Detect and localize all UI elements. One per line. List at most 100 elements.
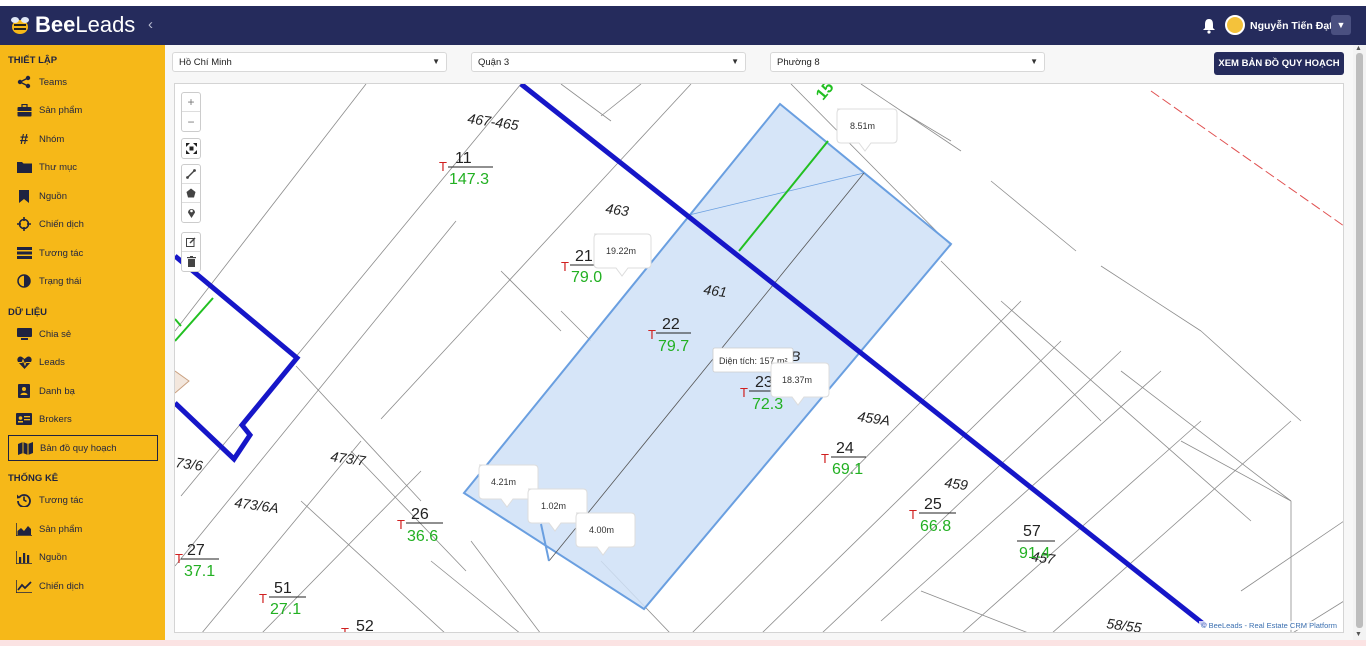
sidebar-item-planning-map[interactable]: Bản đồ quy hoạch [8, 435, 158, 461]
sidebar-item-contacts[interactable]: Danh bạ [8, 378, 158, 404]
lot-label: 459A [857, 408, 892, 428]
heartbeat-icon [15, 355, 33, 369]
sidebar-item-label: Chia sẻ [39, 328, 72, 340]
caret-down-icon: ▼ [1030, 57, 1038, 66]
bell-icon[interactable] [1202, 18, 1216, 34]
parcel-marker: T [648, 327, 656, 342]
sidebar-item-stats-sources[interactable]: Nguồn [8, 544, 158, 570]
sidebar-item-interactions[interactable]: Tương tác [8, 240, 158, 266]
chevron-down-icon[interactable]: ▼ [1331, 15, 1351, 35]
ward-select-value: Phường 8 [777, 57, 820, 68]
top-navbar: Bee Leads ‹ Nguyễn Tiến Đạt ▼ [0, 6, 1366, 45]
sidebar-item-stats-campaigns[interactable]: Chiến dịch [8, 573, 158, 599]
parcel-marker: T [439, 159, 447, 174]
app-logo[interactable]: Bee Leads [8, 11, 135, 39]
measure-label: 1.02m [541, 501, 566, 511]
sidebar-item-sources[interactable]: Nguồn [8, 183, 158, 209]
scroll-down-icon[interactable]: ▼ [1355, 631, 1362, 638]
id-card-icon [15, 412, 33, 426]
sidebar-item-status[interactable]: Trạng thái [8, 268, 158, 294]
sidebar-item-campaigns[interactable]: Chiến dịch [8, 211, 158, 237]
sidebar-section-title: DỮ LIỆU [8, 307, 48, 318]
sidebar-item-label: Chiến dịch [39, 580, 84, 592]
half-circle-icon [15, 274, 33, 288]
sidebar-item-label: Chiến dịch [39, 218, 84, 230]
sidebar: THIẾT LẬP Teams Sản phẩm # Nhóm Thư mục … [0, 45, 165, 646]
planning-red-line [1150, 90, 1343, 226]
parcel-marker: T [740, 385, 748, 400]
lot-label: 73/6 [175, 454, 204, 474]
sidebar-item-label: Tương tác [39, 494, 84, 506]
sidebar-section-title: THỐNG KÊ [8, 473, 59, 484]
district-boundary-line [175, 254, 301, 463]
zoom-out-button[interactable]: − [182, 112, 200, 131]
map-attribution: © BeeLeads - Real Estate CRM Platform [1199, 621, 1339, 630]
bee-logo-icon [11, 17, 29, 34]
draw-line-icon[interactable] [182, 165, 200, 184]
fullscreen-icon[interactable] [182, 139, 200, 158]
measure-label: 8.51m [850, 121, 875, 131]
trash-icon[interactable] [182, 252, 200, 271]
city-select[interactable]: Hồ Chí Minh ▼ [172, 52, 447, 72]
draw-polygon-icon[interactable] [182, 184, 200, 203]
sidebar-item-share[interactable]: Chia sẻ [8, 321, 158, 347]
parcel-marker: T [259, 591, 267, 606]
map-fragment [175, 370, 190, 394]
measure-label: 18.37m [782, 375, 812, 385]
parcel-number: 21 [575, 248, 593, 265]
bottom-strip [0, 640, 1366, 646]
sidebar-item-stats-products[interactable]: Sản phẩm [8, 516, 158, 542]
folder-icon [15, 160, 33, 174]
parcel-marker: T [909, 507, 917, 522]
sidebar-item-label: Danh bạ [39, 385, 75, 397]
parcel-area: 79.0 [571, 269, 602, 286]
measure-line [175, 318, 182, 327]
draw-marker-icon[interactable] [182, 203, 200, 222]
cadastral-map[interactable]: 15 467-465 463 461 459A 459 473/7 473/6A… [175, 84, 1344, 633]
page-scrollbar[interactable]: ▲ ▼ [1353, 45, 1366, 640]
share-icon [15, 75, 33, 89]
sidebar-item-label: Nhóm [39, 133, 65, 145]
user-name[interactable]: Nguyễn Tiến Đạt [1250, 20, 1333, 32]
measure-callout: 19.22m [593, 233, 652, 277]
sidebar-item-products[interactable]: Sản phẩm [8, 97, 158, 123]
sidebar-item-groups[interactable]: # Nhóm [8, 126, 158, 152]
edit-icon[interactable] [182, 233, 200, 252]
sidebar-item-leads[interactable]: Leads [8, 349, 158, 375]
scrollbar-thumb[interactable] [1356, 53, 1363, 628]
parcel-marker: T [821, 451, 829, 466]
sidebar-item-label: Nguồn [39, 551, 67, 563]
lot-label: 463 [605, 200, 631, 219]
scroll-up-icon[interactable]: ▲ [1355, 45, 1362, 52]
share-screen-icon [15, 327, 33, 341]
map-canvas[interactable]: 15 467-465 463 461 459A 459 473/7 473/6A… [174, 83, 1344, 633]
map-icon [16, 441, 34, 455]
parcel-number: 57 [1023, 523, 1041, 540]
zoom-control: + − [181, 92, 201, 132]
selected-parcel[interactable] [462, 102, 953, 611]
sidebar-item-brokers[interactable]: Brokers [8, 406, 158, 432]
parcel-number: 23 [755, 374, 773, 391]
briefcase-icon [15, 103, 33, 117]
edit-toolbar [181, 232, 201, 272]
parcel-area: 147.3 [449, 171, 489, 188]
sidebar-item-stats-interactions[interactable]: Tương tác [8, 487, 158, 513]
parcel-area: 91.4 [1019, 545, 1050, 562]
sidebar-section-title: THIẾT LẬP [8, 55, 58, 66]
contact-book-icon [15, 384, 33, 398]
chevron-left-icon[interactable]: ‹ [148, 16, 153, 33]
measure-label: 4.00m [589, 525, 614, 535]
parcel-marker: T [397, 517, 405, 532]
lot-label: 461 [703, 281, 728, 300]
district-select[interactable]: Quận 3 ▼ [471, 52, 746, 72]
ward-select[interactable]: Phường 8 ▼ [770, 52, 1045, 72]
parcel-number: 26 [411, 506, 429, 523]
parcel-area: 79.7 [658, 338, 689, 355]
sidebar-item-folders[interactable]: Thư mục [8, 154, 158, 180]
zoom-in-button[interactable]: + [182, 93, 200, 112]
view-planning-map-button[interactable]: XEM BẢN ĐỒ QUY HOẠCH [1214, 52, 1344, 75]
area-chart-icon [15, 522, 33, 536]
sidebar-item-label: Trạng thái [39, 275, 82, 287]
sidebar-item-teams[interactable]: Teams [8, 69, 158, 95]
avatar[interactable] [1225, 15, 1245, 35]
